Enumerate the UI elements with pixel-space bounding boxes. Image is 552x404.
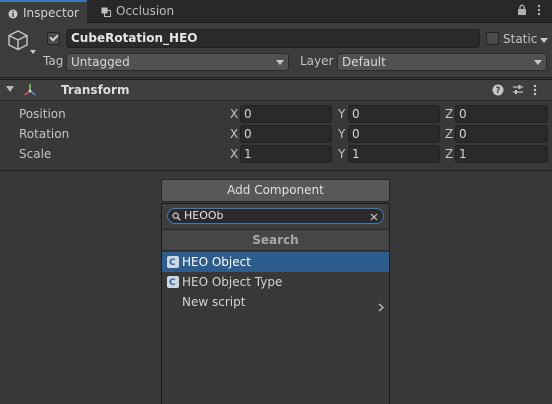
result-item[interactable]: HEO Object: [162, 252, 389, 273]
tab-label: Occlusion: [116, 4, 175, 18]
divider: [0, 170, 552, 171]
lock-icon[interactable]: [517, 4, 527, 20]
result-item[interactable]: HEO Object Type: [162, 272, 389, 293]
tab-inspector[interactable]: Inspector: [0, 0, 87, 23]
axis-y-label: Y: [338, 147, 346, 161]
position-y-field[interactable]: 0: [348, 105, 440, 123]
csharp-script-icon: [167, 273, 179, 293]
scale-z-field[interactable]: 1: [455, 145, 548, 163]
transform-icon: [22, 82, 38, 101]
position-z-field[interactable]: 0: [455, 105, 548, 123]
layer-label: Layer: [300, 54, 334, 68]
axis-x-label: X: [230, 107, 239, 121]
rotation-x-field[interactable]: 0: [240, 125, 332, 143]
scale-label: Scale: [19, 147, 52, 161]
tag-dropdown[interactable]: Untagged: [66, 53, 289, 71]
search-bar: HEOOb: [162, 204, 389, 228]
clear-icon[interactable]: [370, 211, 378, 225]
position-x-field[interactable]: 0: [240, 105, 332, 123]
layer-value: Default: [342, 55, 386, 69]
static-checkbox[interactable]: [486, 32, 499, 45]
chevron-down-icon: [276, 60, 284, 65]
component-title: Transform: [61, 83, 130, 97]
more-vert-icon[interactable]: [533, 84, 537, 99]
scale-y-field[interactable]: 1: [348, 145, 440, 163]
info-icon: [8, 8, 18, 18]
axis-z-label: Z: [445, 127, 454, 141]
result-label: HEO Object: [182, 255, 251, 269]
occlusion-icon: [101, 6, 111, 17]
axis-z-label: Z: [445, 147, 454, 161]
csharp-script-icon: [167, 253, 179, 273]
axis-x-label: X: [230, 127, 239, 141]
result-label: HEO Object Type: [182, 275, 283, 289]
svg-text:?: ?: [496, 86, 501, 96]
rotation-label: Rotation: [19, 127, 70, 141]
tag-label: Tag: [43, 54, 64, 68]
layer-dropdown[interactable]: Default: [337, 53, 547, 71]
search-icon: [172, 211, 181, 225]
add-component-popup: HEOOb Search HEO Object HEO Object Type …: [161, 203, 390, 404]
search-value: HEOOb: [184, 209, 224, 222]
static-dropdown-arrow[interactable]: [540, 38, 548, 43]
preset-settings-icon[interactable]: [512, 84, 524, 99]
gameobject-cube-icon[interactable]: [6, 29, 36, 60]
position-label: Position: [19, 107, 66, 121]
scale-x-field[interactable]: 1: [240, 145, 332, 163]
axis-y-label: Y: [338, 107, 346, 121]
search-section-title: Search: [162, 229, 389, 251]
axis-x-label: X: [230, 147, 239, 161]
add-component-button[interactable]: Add Component: [161, 179, 390, 202]
object-name-field[interactable]: CubeRotation_HEO: [66, 29, 480, 48]
new-script-item[interactable]: New script: [162, 292, 389, 312]
axis-z-label: Z: [445, 107, 454, 121]
search-input[interactable]: HEOOb: [167, 208, 384, 224]
more-vert-icon[interactable]: [537, 4, 541, 20]
help-icon[interactable]: ?: [492, 84, 504, 99]
rotation-y-field[interactable]: 0: [348, 125, 440, 143]
chevron-right-icon: [378, 298, 384, 318]
tab-occlusion[interactable]: Occlusion: [93, 0, 182, 22]
tag-value: Untagged: [71, 55, 130, 69]
rotation-z-field[interactable]: 0: [455, 125, 548, 143]
chevron-down-icon: [534, 60, 542, 65]
foldout-arrow-icon[interactable]: [6, 86, 14, 92]
axis-y-label: Y: [338, 127, 346, 141]
tab-label: Inspector: [23, 5, 79, 20]
static-label: Static: [503, 32, 538, 46]
transform-component-header[interactable]: Transform ?: [0, 79, 552, 101]
active-checkbox[interactable]: [47, 32, 60, 45]
tab-bar: Inspector Occlusion: [0, 0, 552, 23]
result-label: New script: [182, 295, 246, 309]
